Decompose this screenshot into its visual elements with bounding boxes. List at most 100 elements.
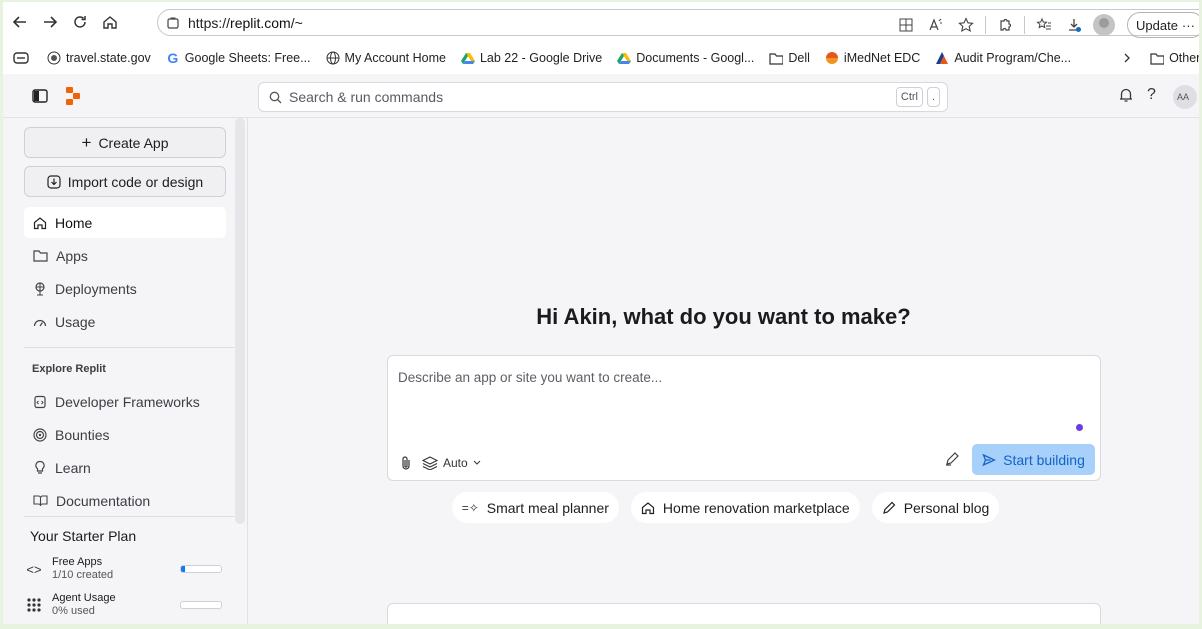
extensions-icon[interactable] (990, 14, 1020, 36)
sidebar-item-deployments[interactable]: Deployments (24, 273, 226, 304)
sidebar-toggle-icon[interactable] (32, 89, 48, 103)
composer-tools: Auto (400, 455, 481, 471)
import-icon (47, 174, 61, 189)
sidebar: + Create App Import code or design Home … (3, 118, 248, 624)
prompt-composer[interactable]: Describe an app or site you want to crea… (387, 355, 1101, 481)
mode-selector[interactable]: Auto (422, 456, 481, 470)
free-apps-usage[interactable]: <> Free Apps 1/10 created (24, 554, 234, 584)
bookmark-lab22[interactable]: Lab 22 - Google Drive (460, 51, 602, 65)
forward-button[interactable] (37, 9, 63, 35)
bookmark-documents[interactable]: Documents - Googl... (617, 51, 754, 65)
sidebar-item-developer-frameworks[interactable]: Developer Frameworks (24, 386, 226, 417)
app-header: Search & run commands Ctrl . ? AA (3, 74, 1199, 118)
agent-usage[interactable]: Agent Usage 0% used (24, 590, 234, 620)
status-dot (1076, 424, 1083, 431)
agent-usage-title: Agent Usage (52, 592, 116, 604)
pencil-icon (882, 501, 896, 515)
bookmark-dell[interactable]: Dell (769, 51, 810, 65)
sidebar-divider (24, 347, 234, 348)
book-icon (33, 494, 48, 507)
bookmark-travel[interactable]: travel.state.gov (47, 51, 151, 65)
app-available-icon[interactable] (891, 14, 921, 36)
plus-icon: + (81, 132, 92, 152)
read-aloud-icon[interactable] (921, 14, 951, 36)
free-apps-sub: 1/10 created (52, 569, 114, 581)
bookmark-imednet[interactable]: iMedNet EDC (825, 51, 920, 65)
home-icon (33, 216, 47, 230)
reading-list-icon[interactable] (13, 51, 29, 65)
sidebar-item-apps[interactable]: Apps (24, 240, 226, 271)
chevron-down-icon (473, 460, 481, 466)
separator (985, 16, 986, 34)
suggestion-chip-personal-blog[interactable]: Personal blog (871, 492, 1000, 523)
agent-icon (24, 597, 44, 613)
favorites-icon[interactable] (1029, 14, 1059, 36)
help-icon[interactable]: ? (1147, 86, 1156, 104)
free-apps-progress-fill (181, 566, 185, 572)
profile-avatar[interactable] (1089, 14, 1119, 36)
sidebar-item-home[interactable]: Home (24, 207, 226, 238)
user-avatar[interactable]: AA (1173, 85, 1197, 109)
send-icon (982, 453, 997, 467)
agent-usage-sub: 0% used (52, 605, 95, 617)
url-text: https://replit.com/~ (188, 14, 303, 31)
sidebar-divider (24, 516, 234, 517)
update-button[interactable]: Update ··· (1127, 12, 1199, 38)
back-button[interactable] (7, 9, 33, 35)
sparkle-icon: =✧ (461, 500, 479, 515)
suggestion-chips: =✧ Smart meal planner Home renovation ma… (248, 492, 1199, 523)
bookmark-google-sheets[interactable]: G Google Sheets: Free... (166, 50, 310, 66)
site-info-icon[interactable] (166, 16, 180, 30)
gauge-icon (33, 316, 47, 328)
bulb-icon (33, 460, 47, 475)
more-bookmarks-chevron-icon[interactable] (1122, 52, 1132, 64)
favorite-star-icon[interactable] (951, 14, 981, 36)
suggestion-chip-meal-planner[interactable]: =✧ Smart meal planner (451, 492, 619, 523)
greeting-heading: Hi Akin, what do you want to make? (536, 304, 911, 329)
replit-app: Search & run commands Ctrl . ? AA + Crea… (3, 74, 1199, 624)
sidebar-scrollbar[interactable] (235, 118, 245, 524)
folder-icon (769, 51, 784, 65)
refresh-button[interactable] (67, 9, 93, 35)
shortcut-dot: . (926, 87, 940, 107)
content-card (387, 603, 1101, 624)
search-placeholder: Search & run commands (289, 89, 444, 105)
free-apps-progress (180, 565, 222, 573)
google-icon: G (167, 50, 179, 66)
layers-icon (422, 456, 438, 470)
framework-icon (33, 395, 47, 409)
home-icon (641, 501, 655, 515)
create-app-button[interactable]: + Create App (24, 127, 226, 158)
folder-icon (1150, 51, 1165, 65)
other-favorites[interactable]: Other fa (1150, 51, 1199, 65)
import-code-button[interactable]: Import code or design (24, 166, 226, 197)
sidebar-item-usage[interactable]: Usage (24, 306, 226, 337)
command-search[interactable]: Search & run commands Ctrl . (258, 82, 948, 112)
code-icon: <> (26, 561, 42, 577)
downloads-icon[interactable] (1059, 14, 1089, 36)
home-button[interactable] (97, 9, 123, 35)
suggestion-chip-home-renovation[interactable]: Home renovation marketplace (630, 492, 860, 523)
separator (1024, 16, 1025, 34)
pen-icon[interactable] (944, 451, 960, 467)
drive-icon (617, 51, 632, 65)
bookmark-my-account[interactable]: My Account Home (326, 51, 446, 65)
main-content: Hi Akin, what do you want to make? Descr… (248, 118, 1199, 624)
sidebar-item-documentation[interactable]: Documentation (24, 485, 226, 516)
bell-icon[interactable] (1118, 87, 1134, 103)
bookmarks-bar: travel.state.gov G Google Sheets: Free..… (3, 42, 1199, 74)
explore-heading: Explore Replit (32, 363, 106, 375)
sidebar-item-bounties[interactable]: Bounties (24, 419, 226, 450)
replit-logo-icon[interactable] (65, 86, 81, 106)
search-icon (269, 91, 282, 104)
bounty-icon (33, 427, 47, 442)
prompt-placeholder: Describe an app or site you want to crea… (398, 370, 663, 385)
sidebar-item-learn[interactable]: Learn (24, 452, 226, 483)
agent-usage-progress (180, 601, 222, 609)
browser-window: https://replit.com/~ Update ··· travel.s… (3, 2, 1199, 624)
browser-actions: Update ··· (891, 12, 1199, 38)
start-building-button[interactable]: Start building (972, 444, 1095, 475)
drive-icon (460, 51, 475, 65)
attach-icon[interactable] (400, 455, 412, 471)
bookmark-audit[interactable]: Audit Program/Che... (935, 51, 1071, 65)
